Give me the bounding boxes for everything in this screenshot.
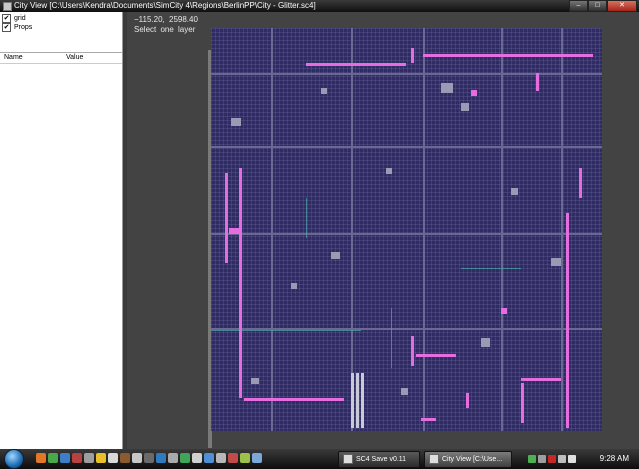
tray-app-icon[interactable] (558, 455, 566, 463)
firefox-icon[interactable] (36, 453, 46, 463)
water-features (211, 198, 521, 368)
window-icon (343, 454, 353, 465)
task-label: City View [C:\Use... (442, 456, 503, 463)
city-map[interactable] (211, 28, 602, 431)
window-title: City View [C:\Users\Kendra\Documents\Sim… (14, 1, 316, 10)
messenger-icon[interactable] (48, 453, 58, 463)
app-icon[interactable] (204, 453, 214, 463)
minimize-button[interactable]: – (569, 0, 588, 12)
app-icon[interactable] (120, 453, 130, 463)
layer-list: ✔ grid ✔ Props (0, 12, 122, 53)
app-icon[interactable] (228, 453, 238, 463)
city-viewport[interactable]: −115.20, 2598.40 Select one layer (127, 12, 639, 449)
quick-launch (36, 453, 262, 465)
app-icon[interactable] (144, 453, 154, 463)
layer-label-grid: grid (14, 15, 26, 22)
layer-label-props: Props (14, 24, 33, 31)
window-icon (429, 454, 439, 465)
volume-icon[interactable] (568, 455, 576, 463)
task-label: SC4 Save v0.11 (356, 456, 407, 463)
road-network (211, 28, 602, 431)
city-map-canvas (211, 28, 602, 431)
network-icon[interactable] (528, 455, 536, 463)
app-icon[interactable] (216, 453, 226, 463)
layer-item-props[interactable]: ✔ Props (2, 23, 32, 32)
app-icon[interactable] (192, 453, 202, 463)
task-sc4-save[interactable]: SC4 Save v0.11 (338, 451, 420, 468)
tool-icon[interactable] (84, 453, 94, 463)
window-titlebar[interactable]: City View [C:\Users\Kendra\Documents\Sim… (0, 0, 639, 12)
app-icon[interactable] (240, 453, 250, 463)
grid-checkbox[interactable]: ✔ (2, 14, 11, 23)
star-icon[interactable] (96, 453, 106, 463)
app-icon (3, 2, 12, 11)
app-icon[interactable] (168, 453, 178, 463)
buildings (231, 83, 561, 395)
highlighted-props (225, 48, 593, 428)
app-icon[interactable] (132, 453, 142, 463)
app-icon[interactable] (156, 453, 166, 463)
mail-icon[interactable] (548, 455, 556, 463)
system-tray: 9:28 AM (524, 449, 639, 469)
clock[interactable]: 9:28 AM (600, 449, 629, 469)
left-panel: ✔ grid ✔ Props Name Value (0, 12, 123, 449)
app-icon[interactable] (252, 453, 262, 463)
column-header-name[interactable]: Name (4, 52, 23, 63)
close-button[interactable]: ✕ (607, 0, 637, 12)
properties-header: Name Value (0, 52, 122, 64)
window-controls: – □ ✕ (569, 0, 637, 12)
app-icon[interactable] (180, 453, 190, 463)
maximize-button[interactable]: □ (588, 0, 607, 12)
column-header-value[interactable]: Value (66, 52, 83, 63)
cursor-coordinates: −115.20, 2598.40 (134, 15, 198, 24)
start-button[interactable] (4, 449, 24, 469)
status-hint: Select one layer (134, 25, 196, 34)
doc-icon[interactable] (108, 453, 118, 463)
tray-app-icon[interactable] (538, 455, 546, 463)
layer-item-grid[interactable]: ✔ grid (2, 14, 26, 23)
tall-buildings (351, 373, 364, 428)
props-checkbox[interactable]: ✔ (2, 23, 11, 32)
explorer-icon[interactable] (60, 453, 70, 463)
task-city-view[interactable]: City View [C:\Use... (424, 451, 512, 468)
game-icon[interactable] (72, 453, 82, 463)
taskbar: SC4 Save v0.11 City View [C:\Use... 9:28… (0, 449, 639, 469)
